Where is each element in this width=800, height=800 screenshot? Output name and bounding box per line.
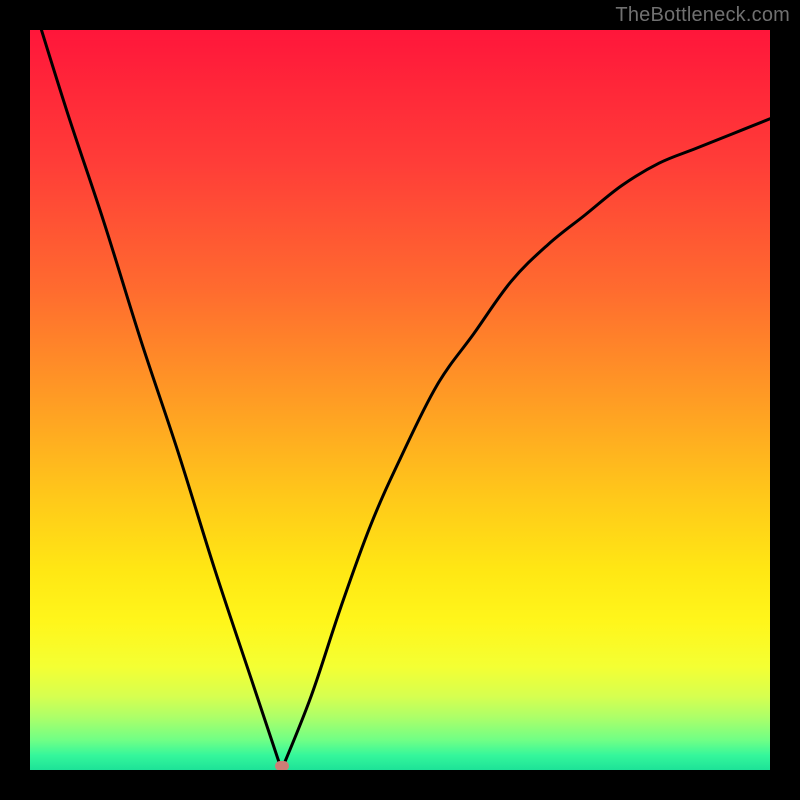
- chart-frame: TheBottleneck.com: [0, 0, 800, 800]
- bottleneck-curve: [30, 30, 770, 770]
- watermark-text: TheBottleneck.com: [615, 4, 790, 27]
- optimal-marker: [275, 761, 289, 770]
- plot-area: [30, 30, 770, 770]
